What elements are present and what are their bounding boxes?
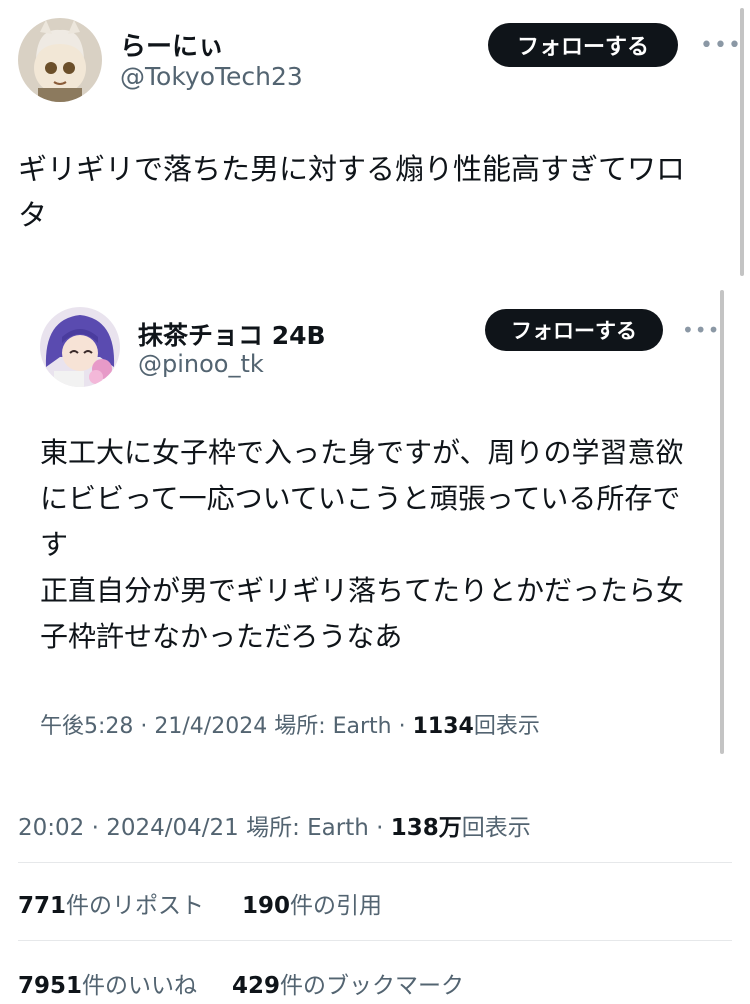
quoted-tweet-text: 東工大に女子枠で入った身ですが、周りの学習意欲 にビビって一応ついていこうと頑張…: [40, 430, 730, 660]
likes-label: 件のいいね: [82, 973, 198, 999]
user-handle[interactable]: @TokyoTech23: [120, 62, 303, 91]
divider: [18, 940, 732, 941]
quoted-more-options-icon[interactable]: •••: [682, 318, 720, 342]
tweet-views-label: 回表示: [461, 815, 531, 841]
tweet-text: ギリギリで落ちた男に対する煽り性能高すぎてワロ タ: [18, 146, 738, 238]
quoted-follow-button[interactable]: フォローする: [485, 309, 663, 351]
quoted-text-line: 東工大に女子枠で入った身ですが、周りの学習意欲: [40, 436, 684, 469]
quotes-label: 件の引用: [290, 893, 383, 919]
tweet-views-count: 138万: [390, 815, 462, 841]
bookmarks-count: 429: [232, 973, 281, 999]
tweet-text-line: ギリギリで落ちた男に対する煽り性能高すぎてワロ: [18, 152, 686, 186]
quoted-scrollbar[interactable]: [720, 290, 724, 754]
quoted-text-line: す: [40, 528, 69, 561]
quoted-text-line: 正直自分が男でギリギリ落ちてたりとかだったら女: [40, 574, 685, 607]
likes-count: 7951: [18, 973, 83, 999]
display-name[interactable]: らーにぃ: [120, 26, 224, 63]
quoted-views-count: 1134: [412, 714, 474, 739]
quoted-display-name[interactable]: 抹茶チョコ 24B: [138, 316, 326, 352]
bookmarks-label: 件のブックマーク: [280, 973, 465, 999]
page-scrollbar[interactable]: [740, 8, 744, 276]
tweet-meta: 20:02 · 2024/04/21 場所: Earth · 138万回表示: [18, 808, 531, 842]
quoted-user-handle[interactable]: @pinoo_tk: [138, 350, 264, 378]
avatar[interactable]: [18, 18, 102, 102]
likes-stat[interactable]: 7951件のいいね: [18, 966, 197, 1000]
quoted-tweet-meta: 午後5:28 · 21/4/2024 場所: Earth · 1134回表示: [40, 708, 540, 740]
quotes-count: 190: [242, 893, 291, 919]
quoted-timestamp[interactable]: 午後5:28 · 21/4/2024: [40, 714, 267, 739]
more-options-icon[interactable]: •••: [700, 33, 742, 58]
divider: [18, 862, 732, 863]
tweet-location: 場所: Earth ·: [246, 815, 384, 841]
quoted-avatar[interactable]: [40, 307, 120, 387]
tweet-timestamp[interactable]: 20:02 · 2024/04/21: [18, 815, 239, 841]
quoted-views-label: 回表示: [473, 714, 540, 739]
quoted-text-line: にビビって一応ついていこうと頑張っている所存で: [40, 482, 681, 515]
bookmarks-stat[interactable]: 429件のブックマーク: [232, 966, 464, 1000]
reposts-count: 771: [18, 893, 67, 919]
quoted-text-line: 子枠許せなかっただろうなあ: [40, 620, 403, 653]
tweet-text-line: タ: [18, 198, 48, 232]
reposts-label: 件のリポスト: [66, 893, 205, 919]
follow-button[interactable]: フォローする: [488, 23, 678, 67]
reposts-stat[interactable]: 771件のリポスト: [18, 886, 204, 920]
quoted-location: 場所: Earth ·: [274, 714, 406, 739]
quotes-stat[interactable]: 190件の引用: [242, 886, 382, 920]
